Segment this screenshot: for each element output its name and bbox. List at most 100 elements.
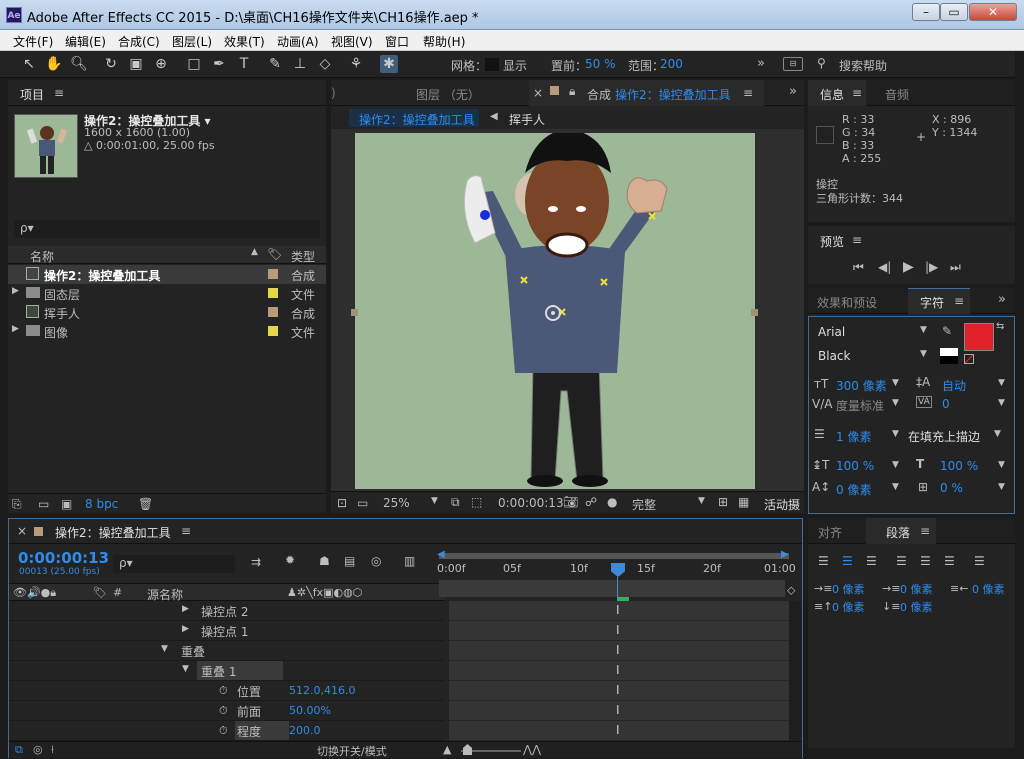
viewer-area[interactable]: [331, 129, 804, 491]
new-folder-icon[interactable]: ▭: [38, 497, 49, 511]
info-tab[interactable]: 信息: [820, 86, 844, 103]
time-navigator[interactable]: [439, 580, 785, 597]
baseline-shift[interactable]: 0 像素: [836, 481, 871, 498]
zoom-slider-thumb[interactable]: [463, 744, 472, 755]
menu-edit[interactable]: 编辑(E): [65, 33, 106, 50]
stroke-mode[interactable]: 在填充上描边: [908, 428, 980, 445]
layer-handle[interactable]: [751, 309, 758, 316]
waving-man-image[interactable]: [355, 129, 755, 489]
comp-breadcrumb[interactable]: 操作2：操控叠加工具: [349, 109, 479, 127]
comp-canvas[interactable]: [355, 129, 755, 489]
comp-button-icon[interactable]: ⬦: [787, 583, 795, 598]
panel-menu-icon[interactable]: ≡: [954, 294, 964, 308]
project-item[interactable]: ▶ 固态层 文件: [8, 284, 326, 303]
hscale-dropdown-icon[interactable]: ▼: [998, 460, 1005, 470]
justify-left-icon[interactable]: ☰: [896, 554, 907, 568]
channels-icon[interactable]: ●: [607, 495, 617, 509]
project-item[interactable]: 操作2：操控叠加工具 合成: [8, 265, 326, 284]
vertical-scale[interactable]: 100 %: [836, 459, 874, 473]
swap-colors-icon[interactable]: ⇆: [996, 321, 1004, 332]
menu-window[interactable]: 窗口: [385, 33, 409, 50]
zoom-out-icon[interactable]: ▲: [443, 743, 451, 756]
timeline-scrollbar[interactable]: [789, 601, 801, 741]
resolution[interactable]: 完整: [632, 496, 656, 513]
space-after[interactable]: 0 像素: [900, 599, 933, 615]
zoom-in-icon[interactable]: ⋀⋀: [523, 743, 541, 756]
panel-menu-icon[interactable]: ≡: [743, 86, 753, 100]
preview-tab[interactable]: 预览: [820, 233, 844, 250]
font-dropdown-icon[interactable]: ▼: [920, 325, 927, 335]
panel-menu-icon[interactable]: ≡: [54, 86, 64, 100]
menu-view[interactable]: 视图(V): [331, 33, 373, 50]
leading[interactable]: 自动: [942, 377, 966, 394]
always-preview-icon[interactable]: ⊡: [337, 496, 347, 510]
timeline-search-field[interactable]: ρ▾: [113, 555, 235, 573]
project-search-field[interactable]: ρ▾: [14, 220, 320, 238]
expand-arrow-icon[interactable]: ▶: [12, 324, 19, 334]
font-size[interactable]: 300 像素: [836, 377, 887, 394]
label-column-icon[interactable]: 🏷︎: [93, 586, 107, 599]
transfer-controls-icon[interactable]: ◎: [33, 743, 43, 756]
stopwatch-icon[interactable]: ⏱: [219, 704, 228, 718]
play-icon[interactable]: ▶: [903, 259, 914, 275]
stroke-mode-dropdown-icon[interactable]: ▼: [994, 429, 1001, 439]
layer-handle[interactable]: [351, 309, 358, 316]
property-value[interactable]: 512.0,416.0: [289, 684, 355, 697]
hidden-tab[interactable]: ): [331, 86, 336, 100]
expand-arrow-icon[interactable]: ▼: [182, 664, 189, 674]
in-out-icon[interactable]: ⟊: [51, 743, 54, 757]
leading-dropdown-icon[interactable]: ▼: [998, 378, 1005, 388]
lock-icon[interactable]: 🔒︎: [569, 84, 575, 99]
keyframe-marker-icon[interactable]: I: [616, 683, 620, 697]
layer-switches-icon[interactable]: ⧉: [15, 743, 23, 757]
expand-arrow-icon[interactable]: ▼: [161, 644, 168, 654]
type-tool-icon[interactable]: T: [235, 55, 253, 73]
stopwatch-icon[interactable]: ⏱: [219, 724, 228, 738]
keyframe-marker-icon[interactable]: I: [616, 663, 620, 677]
menu-help[interactable]: 帮助(H): [423, 33, 465, 50]
new-comp-icon[interactable]: ▣: [61, 497, 72, 511]
layer-tab[interactable]: 图层 （无）: [416, 86, 480, 103]
label-color-swatch[interactable]: [268, 326, 278, 336]
align-left-icon[interactable]: ☰: [818, 554, 829, 568]
label-color-swatch[interactable]: [268, 269, 278, 279]
delete-icon[interactable]: 🗑︎: [138, 497, 153, 511]
rotate-tool-icon[interactable]: ↻: [102, 55, 120, 73]
breadcrumb-next[interactable]: 挥手人: [509, 111, 545, 128]
monitor-icon[interactable]: ▭: [357, 496, 368, 510]
show-snapshot-icon[interactable]: ☍: [585, 495, 597, 509]
style-dropdown-icon[interactable]: ▼: [920, 349, 927, 359]
pen-tool-icon[interactable]: ✒: [210, 55, 228, 73]
indent-first[interactable]: 0 像素: [900, 581, 933, 597]
property-row[interactable]: ⏱ 前面 50.00%: [9, 701, 445, 721]
brush-tool-icon[interactable]: ✎: [266, 55, 284, 73]
work-area-start-icon[interactable]: ◀: [437, 549, 445, 560]
indent-right[interactable]: 0 像素: [972, 581, 1005, 597]
safe-margins-icon[interactable]: ⬚: [471, 495, 482, 509]
prev-frame-icon[interactable]: ◀|: [878, 260, 891, 274]
comp-tab-name[interactable]: 操作2：操控叠加工具: [615, 86, 731, 103]
snapshot-icon[interactable]: 📷︎: [563, 495, 578, 509]
keyframe-marker-icon[interactable]: I: [616, 703, 620, 717]
graph-editor-icon[interactable]: ▥: [404, 554, 415, 568]
align-tab[interactable]: 对齐: [818, 524, 842, 541]
overflow-icon[interactable]: »: [998, 292, 1006, 307]
interpret-footage-icon[interactable]: ⎘: [12, 497, 22, 512]
expand-arrow-icon[interactable]: ▶: [182, 624, 189, 634]
bit-depth[interactable]: 8 bpc: [85, 497, 118, 511]
align-center-icon[interactable]: ☰: [842, 554, 853, 568]
black-swatch[interactable]: [940, 356, 958, 364]
selection-tool-icon[interactable]: ↖: [20, 55, 38, 73]
keyframe-marker-icon[interactable]: I: [616, 643, 620, 657]
tracking[interactable]: 0: [942, 397, 950, 411]
clone-stamp-tool-icon[interactable]: ⊥: [291, 55, 309, 73]
size-dropdown-icon[interactable]: ▼: [892, 378, 899, 388]
active-camera[interactable]: 活动摄: [764, 496, 800, 513]
project-item[interactable]: 挥手人 合成: [8, 303, 326, 322]
property-row[interactable]: ⏱ 程度 200.0: [9, 721, 445, 741]
menu-animation[interactable]: 动画(A): [277, 33, 319, 50]
no-color-icon[interactable]: [964, 354, 974, 364]
tsume[interactable]: 0 %: [940, 481, 963, 495]
panel-menu-icon[interactable]: ≡: [181, 524, 191, 538]
overflow-icon[interactable]: »: [789, 84, 797, 99]
